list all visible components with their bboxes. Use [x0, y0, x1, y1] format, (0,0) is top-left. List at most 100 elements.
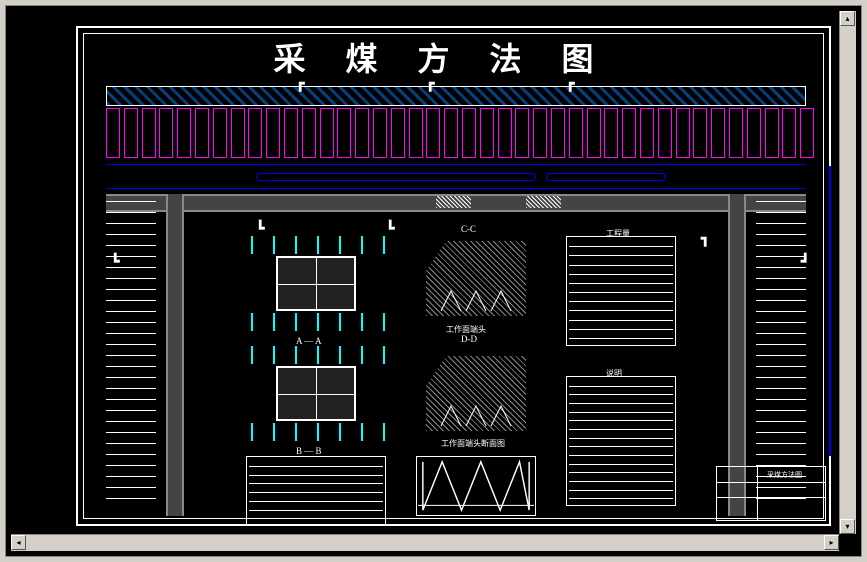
section-cut-marker: ┗: [111, 254, 119, 271]
hydraulic-support: [604, 108, 618, 158]
hydraulic-support: [498, 108, 512, 158]
scroll-up-button[interactable]: ▴: [840, 11, 855, 26]
hydraulic-support: [693, 108, 707, 158]
hydraulic-support: [569, 108, 583, 158]
ray-line: [361, 313, 363, 331]
table-2: [566, 376, 676, 506]
hydraulic-support: [248, 108, 262, 158]
ray-line: [273, 313, 275, 331]
ray-line: [383, 313, 385, 331]
goaf-area: [106, 86, 806, 106]
scroll-down-button[interactable]: ▾: [840, 519, 855, 534]
section-dd-support: [436, 401, 516, 431]
drawing-title: 采煤方法图: [6, 34, 861, 80]
hydraulic-support: [658, 108, 672, 158]
section-cut-marker: ┗: [256, 221, 264, 238]
hydraulic-support: [622, 108, 636, 158]
section-bb-tunnel: [276, 366, 356, 421]
horizontal-scrollbar[interactable]: ◂ ▸: [11, 534, 839, 551]
hydraulic-support: [480, 108, 494, 158]
section-cut-marker: ┗: [386, 221, 394, 238]
hydraulic-support: [800, 108, 814, 158]
ray-line: [361, 423, 363, 441]
pipe-line: [829, 166, 831, 456]
section-aa-label: A — A: [296, 336, 322, 346]
ray-line: [295, 313, 297, 331]
hydraulic-support: [765, 108, 779, 158]
hydraulic-support: [355, 108, 369, 158]
section-aa-tunnel: [276, 256, 356, 311]
hydraulic-support: [320, 108, 334, 158]
title-block: 采煤方法图: [716, 466, 826, 521]
hydraulic-support: [106, 108, 120, 158]
table-3: [246, 456, 386, 526]
conveyor: [106, 164, 806, 189]
hydraulic-support: [409, 108, 423, 158]
hydraulic-support: [124, 108, 138, 158]
conveyor-segment: [256, 173, 536, 181]
section-cut-marker: ┏: [296, 76, 304, 93]
section-cut-marker: ┏: [566, 76, 574, 93]
hydraulic-support: [213, 108, 227, 158]
hydraulic-support: [195, 108, 209, 158]
scroll-left-button[interactable]: ◂: [11, 535, 26, 550]
hydraulic-support: [515, 108, 529, 158]
hydraulic-support: [142, 108, 156, 158]
ladder-left: [106, 201, 156, 516]
conveyor-segment: [546, 173, 666, 181]
crosscut-2: [526, 196, 561, 208]
hydraulic-support: [747, 108, 761, 158]
ray-line: [273, 423, 275, 441]
ray-line: [317, 423, 319, 441]
scroll-right-button[interactable]: ▸: [824, 535, 839, 550]
section-cc-label: C-C: [461, 224, 476, 234]
hydraulic-support: [533, 108, 547, 158]
hydraulic-support: [159, 108, 173, 158]
hydraulic-support: [729, 108, 743, 158]
hydraulic-support: [676, 108, 690, 158]
hydraulic-supports-row: // placeholder - supports generated belo…: [106, 106, 806, 161]
ray-line: [273, 236, 275, 254]
section-dd-label: D-D: [461, 334, 477, 344]
ray-line: [383, 236, 385, 254]
title-block-name: 采煤方法图: [767, 470, 802, 480]
hydraulic-support: [551, 108, 565, 158]
hydraulic-support: [640, 108, 654, 158]
ray-line: [361, 236, 363, 254]
hydraulic-support: [711, 108, 725, 158]
hydraulic-support: [587, 108, 601, 158]
ray-line: [339, 423, 341, 441]
hydraulic-support: [391, 108, 405, 158]
table-2-title: 说明: [606, 368, 622, 379]
ray-line: [251, 236, 253, 254]
hydraulic-support: [231, 108, 245, 158]
hydraulic-support: [444, 108, 458, 158]
hydraulic-support: [302, 108, 316, 158]
table-1-title: 工程量: [606, 228, 630, 239]
hydraulic-support: [266, 108, 280, 158]
hydraulic-support: [462, 108, 476, 158]
ray-line: [339, 313, 341, 331]
vertical-scrollbar[interactable]: ▴ ▾: [839, 11, 856, 534]
hydraulic-support: [284, 108, 298, 158]
ray-line: [317, 313, 319, 331]
section-cut-marker: ┏: [426, 76, 434, 93]
hydraulic-support: [426, 108, 440, 158]
ray-line: [251, 313, 253, 331]
ray-line: [295, 236, 297, 254]
ray-line: [251, 423, 253, 441]
hydraulic-support: [373, 108, 387, 158]
section-bb-label: B — B: [296, 446, 322, 456]
ray-line: [317, 236, 319, 254]
roadway-vertical-left: [166, 194, 184, 516]
section-cut-marker: ┓: [701, 231, 709, 248]
zigzag-diagram: [416, 456, 536, 516]
hydraulic-support: [782, 108, 796, 158]
ray-line: [383, 423, 385, 441]
ray-line: [273, 346, 275, 364]
ray-line: [383, 346, 385, 364]
ray-line: [251, 346, 253, 364]
ray-line: [295, 346, 297, 364]
ray-line: [295, 423, 297, 441]
section-dd-caption: 工作面端头断面图: [441, 438, 505, 449]
